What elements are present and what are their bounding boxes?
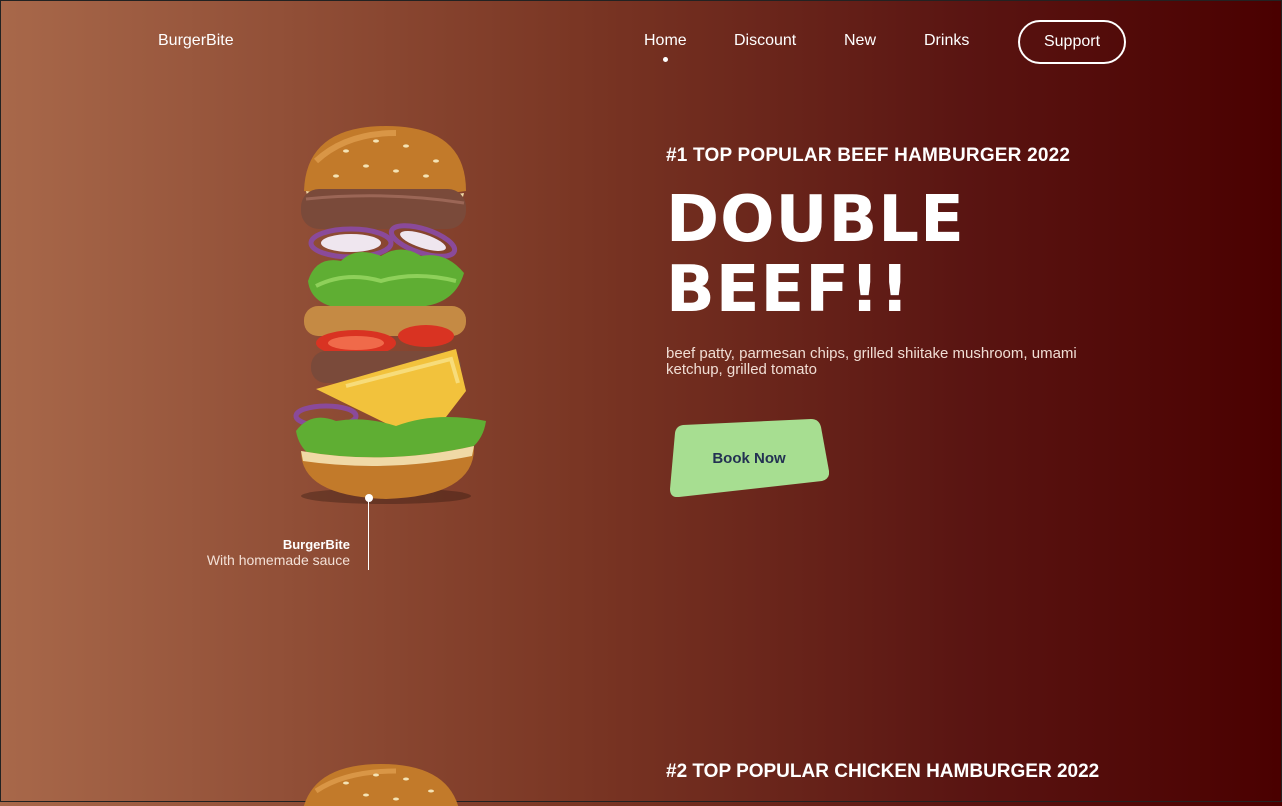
hero-description: beef patty, parmesan chips, grilled shii…: [666, 345, 1077, 378]
caption-pointer-dot: [365, 494, 373, 502]
caption-pointer-line: [368, 498, 369, 570]
nav-drinks[interactable]: Drinks: [924, 32, 969, 50]
hero-headline: DOUBLE BEEF!!: [666, 185, 965, 325]
next-section-kicker: #2 TOP POPULAR CHICKEN HAMBURGER 2022: [666, 761, 1100, 782]
book-now-button[interactable]: Book Now: [669, 419, 829, 497]
nav-new[interactable]: New: [844, 32, 876, 50]
nav-home[interactable]: Home: [644, 32, 687, 62]
book-now-label: Book Now: [712, 449, 786, 467]
nav-discount[interactable]: Discount: [734, 32, 796, 50]
top-nav: BurgerBite Home Discount New Drinks Supp…: [1, 1, 1281, 81]
caption-title: BurgerBite: [282, 537, 350, 552]
burger-image: [286, 121, 496, 506]
brand-logo[interactable]: BurgerBite: [158, 32, 234, 50]
next-burger-image: [296, 761, 466, 806]
burger-caption: BurgerBite With homemade sauce: [206, 537, 350, 569]
hero-kicker: #1 TOP POPULAR BEEF HAMBURGER 2022: [666, 145, 1071, 166]
caption-subtitle: With homemade sauce: [206, 552, 350, 568]
support-button[interactable]: Support: [1018, 20, 1126, 64]
headline-line-2: BEEF!!: [666, 253, 911, 327]
headline-line-1: DOUBLE: [666, 183, 965, 257]
